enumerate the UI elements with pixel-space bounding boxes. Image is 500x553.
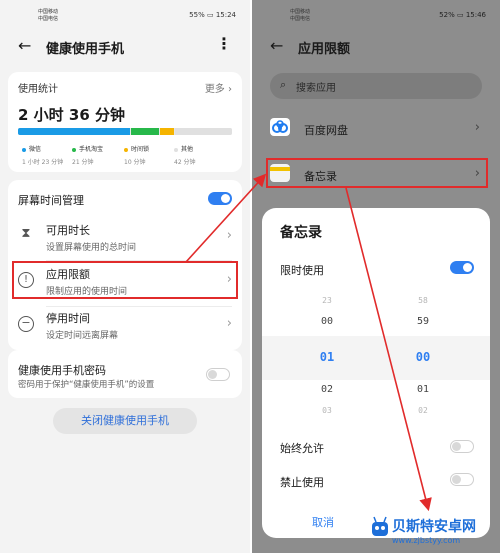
arrow-to-notes (185, 173, 267, 263)
arrow-to-confirm (345, 187, 432, 512)
annotation-arrows (185, 173, 432, 512)
watermark-url: www.zjbstyy.com (392, 536, 461, 545)
site-watermark: 贝斯特安卓网 www.zjbstyy.com (368, 512, 500, 553)
watermark-name: 贝斯特安卓网 (392, 519, 476, 535)
robot-logo-icon (372, 516, 388, 536)
